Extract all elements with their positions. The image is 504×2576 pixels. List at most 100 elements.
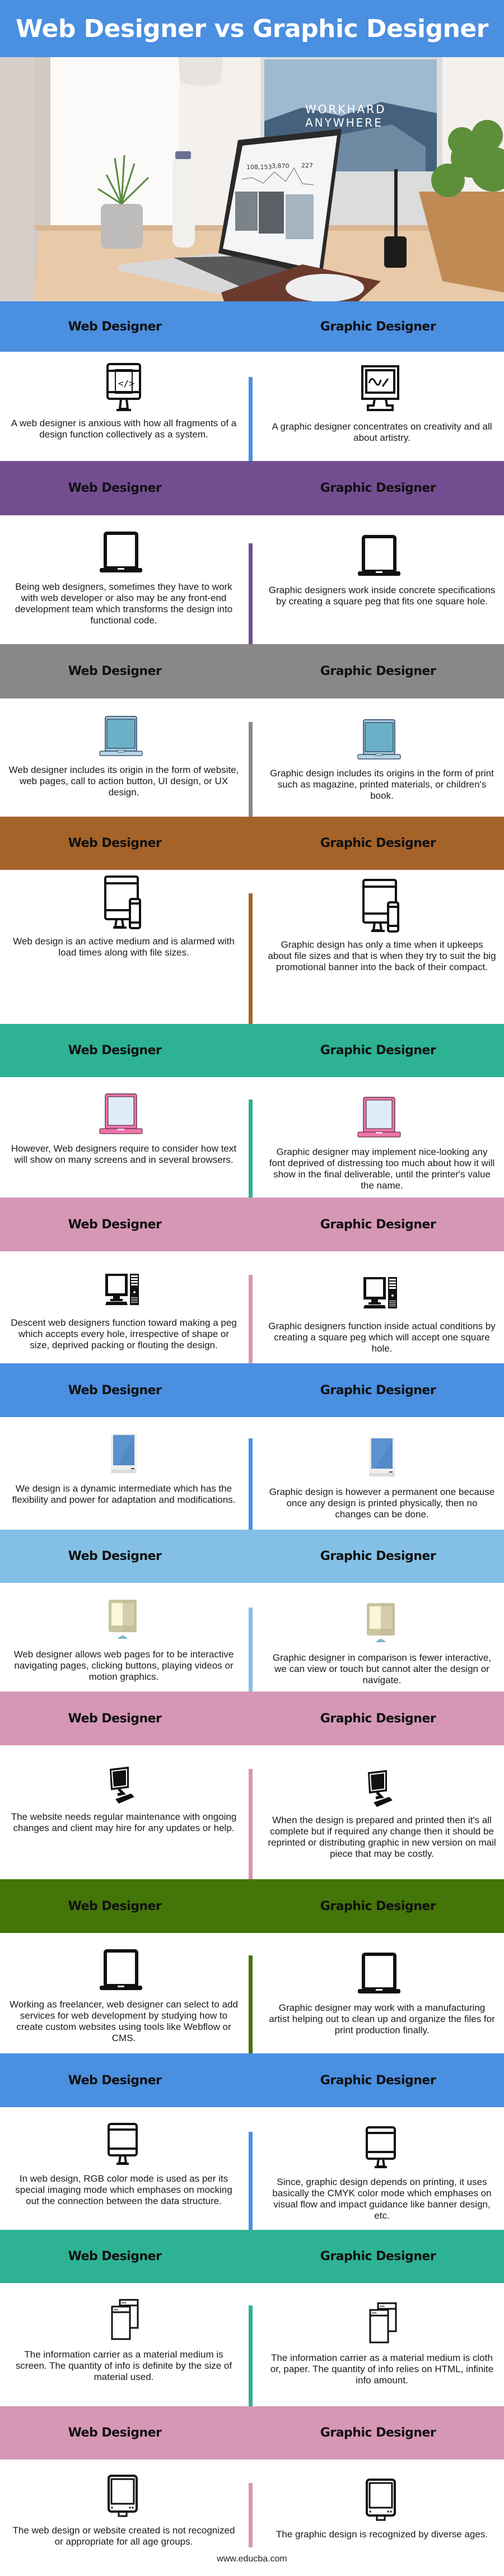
graphic-designer-cell: Graphic design is however a permanent on… — [252, 1417, 504, 1530]
desk-workspace-illustration: WORKHARD ANYWHERE 108,153 3,870 227 — [0, 57, 504, 301]
section-header: Web Designer Graphic Designer — [0, 1530, 504, 1583]
computer-keyboard-icon — [343, 1759, 421, 1809]
column-label-web-designer: Web Designer — [68, 836, 162, 850]
column-label-graphic-designer: Graphic Designer — [320, 2073, 436, 2088]
web-designer-text: Descent web designers function toward ma… — [11, 1317, 237, 1350]
comparison-row: ••• ••• The information carrier as a mate… — [0, 2283, 504, 2406]
title-banner: Web Designer vs Graphic Designer — [0, 0, 504, 57]
column-divider — [249, 2305, 253, 2406]
laptop-icon — [343, 1946, 421, 1997]
blue-laptop-icon — [343, 712, 421, 762]
graphic-designer-cell: Graphic designers function inside actual… — [252, 1251, 504, 1363]
footer-website: www.educba.com — [217, 2554, 287, 2564]
column-divider — [249, 1769, 253, 1879]
web-designer-text: In web design, RGB color mode is used as… — [15, 2173, 232, 2206]
web-designer-text: A web designer is anxious with how all f… — [11, 418, 237, 440]
comparison-row: Being web designers, sometimes they have… — [0, 515, 504, 644]
graphic-designer-text: The graphic design is recognized by dive… — [276, 2529, 488, 2540]
web-designer-text: Web designer includes its origin in the … — [8, 765, 239, 798]
graphic-designer-text: When the design is prepared and printed … — [268, 1815, 496, 1859]
web-designer-text: We design is a dynamic intermediate whic… — [12, 1483, 236, 1505]
comparison-row: Web designer allows web pages for to be … — [0, 1583, 504, 1692]
web-designer-text: The information carrier as a material me… — [15, 2349, 232, 2382]
column-label-graphic-designer: Graphic Designer — [320, 1383, 436, 1398]
column-label-graphic-designer: Graphic Designer — [320, 836, 436, 850]
svg-text:•••: ••• — [114, 2307, 119, 2312]
svg-text:•••: ••• — [122, 2300, 127, 2305]
page-title: Web Designer vs Graphic Designer — [16, 14, 488, 43]
graphic-designer-text: Graphic design includes its origins in t… — [270, 768, 494, 801]
comparison-row: Working as freelancer, web designer can … — [0, 1933, 504, 2053]
code-monitor-icon: </> — [85, 362, 163, 412]
graphic-designer-cell: ••• ••• The information carrier as a mate… — [252, 2283, 504, 2406]
comparison-row: Web designer includes its origin in the … — [0, 698, 504, 817]
comparison-sections: Web Designer Graphic Designer </> A web d… — [0, 301, 504, 2553]
column-label-web-designer: Web Designer — [68, 1899, 162, 1913]
svg-text:•••: ••• — [380, 2304, 385, 2309]
column-label-graphic-designer: Graphic Designer — [320, 1711, 436, 1726]
svg-text:</>: </> — [118, 378, 134, 389]
column-divider — [249, 377, 253, 461]
desktop-pc-icon — [343, 1265, 421, 1315]
web-designer-cell: Being web designers, sometimes they have… — [0, 515, 252, 644]
column-divider — [249, 2483, 253, 2547]
web-designer-cell: ••• ••• The information carrier as a mate… — [0, 2283, 252, 2406]
graphic-designer-cell: Graphic designer in comparison is fewer … — [252, 1583, 504, 1692]
graphic-designer-text: Graphic designers function inside actual… — [268, 1321, 496, 1354]
monitor-outline-icon — [85, 2117, 163, 2168]
graphic-designer-text: Graphic designer in comparison is fewer … — [272, 1652, 492, 1685]
pen — [394, 169, 398, 248]
column-label-web-designer: Web Designer — [68, 2073, 162, 2088]
web-designer-text: Web design is an active medium and is al… — [13, 936, 235, 958]
web-designer-cell: Descent web designers function toward ma… — [0, 1251, 252, 1363]
column-label-web-designer: Web Designer — [68, 319, 162, 334]
browser-windows-icon: ••• ••• — [85, 2293, 163, 2344]
web-designer-text: Web designer allows web pages for to be … — [13, 1649, 234, 1682]
graphic-designer-cell: Graphic design includes its origins in t… — [252, 698, 504, 817]
section-header: Web Designer Graphic Designer — [0, 817, 504, 870]
responsive-devices-icon — [85, 875, 163, 930]
laptop-icon — [85, 1943, 163, 1993]
laptop-icon — [343, 529, 421, 579]
computer-keyboard-icon — [85, 1755, 163, 1806]
monitor-headline-2: ANYWHERE — [305, 116, 383, 129]
drawing-monitor-icon — [343, 365, 421, 416]
web-designer-text: The web design or website created is not… — [12, 2525, 235, 2547]
section-header: Web Designer Graphic Designer — [0, 461, 504, 515]
section-header: Web Designer Graphic Designer — [0, 2053, 504, 2107]
pink-laptop-icon — [85, 1087, 163, 1138]
graphic-designer-cell: Graphic design has only a time when it u… — [252, 870, 504, 1024]
section-header: Web Designer Graphic Designer — [0, 1198, 504, 1251]
web-designer-cell: Web designer includes its origin in the … — [0, 698, 252, 817]
laptop-stat-3: 227 — [301, 162, 313, 169]
graphic-designer-cell: Graphic designer may implement nice-look… — [252, 1077, 504, 1198]
column-divider — [249, 722, 253, 817]
column-label-web-designer: Web Designer — [68, 1549, 162, 1563]
section-header: Web Designer Graphic Designer — [0, 301, 504, 352]
tablet-icon — [343, 1431, 421, 1481]
section-header: Web Designer Graphic Designer — [0, 1692, 504, 1745]
column-divider — [249, 1275, 253, 1363]
web-designer-cell: We design is a dynamic intermediate whic… — [0, 1417, 252, 1530]
graphic-designer-text: Graphic design is however a permanent on… — [269, 1487, 495, 1520]
column-label-graphic-designer: Graphic Designer — [320, 2249, 436, 2263]
crt-monitor-icon — [85, 2470, 163, 2519]
column-label-web-designer: Web Designer — [68, 1711, 162, 1726]
comparison-row: The website needs regular maintenance wi… — [0, 1745, 504, 1879]
column-divider — [249, 543, 253, 644]
laptop-stat-2: 3,870 — [272, 162, 290, 170]
svg-text:•••: ••• — [372, 2311, 377, 2316]
column-label-web-designer: Web Designer — [68, 1044, 162, 1058]
column-label-graphic-designer: Graphic Designer — [320, 1217, 436, 1232]
web-designer-cell: </> A web designer is anxious with how a… — [0, 352, 252, 461]
water-bottle — [172, 155, 195, 248]
lamp-shade — [178, 57, 223, 86]
graphic-designer-cell: The graphic design is recognized by dive… — [252, 2459, 504, 2553]
comparison-row: We design is a dynamic intermediate whic… — [0, 1417, 504, 1530]
graphic-designer-text: Graphic design has only a time when it u… — [268, 939, 496, 972]
web-designer-cell: In web design, RGB color mode is used as… — [0, 2107, 252, 2230]
comparison-row: In web design, RGB color mode is used as… — [0, 2107, 504, 2230]
column-label-graphic-designer: Graphic Designer — [320, 1044, 436, 1058]
column-label-web-designer: Web Designer — [68, 1383, 162, 1398]
column-label-graphic-designer: Graphic Designer — [320, 1899, 436, 1913]
